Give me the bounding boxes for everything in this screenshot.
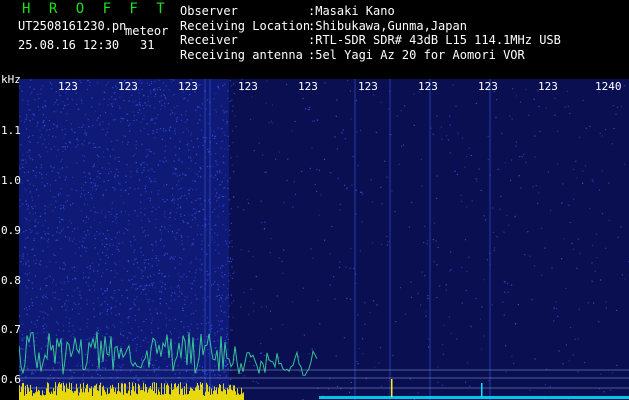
y-tick-label: 0.6 — [1, 373, 21, 386]
x-tick-label: 123 — [358, 80, 378, 93]
x-tick-label: 1240 — [595, 80, 622, 93]
info-value: :Masaki Kano — [308, 4, 395, 18]
y-tick-label: 1.1 — [1, 124, 21, 137]
y-tick-label: 0.8 — [1, 274, 21, 287]
info-row-observer: Observer :Masaki Kano — [180, 4, 561, 19]
info-label: Receiving antenna — [180, 47, 303, 62]
count-label: 31 — [140, 38, 155, 52]
station-info: Observer :Masaki Kano Receiving Location… — [180, 4, 561, 62]
info-label: Receiver — [180, 33, 238, 47]
y-tick-label: 0.9 — [1, 224, 21, 237]
y-tick-label: 0.7 — [1, 323, 21, 336]
filename-label: UT2508161230.pn — [18, 19, 127, 33]
info-value: :Shibukawa,Gunma,Japan — [308, 18, 467, 33]
info-row-receiver: Receiver :RTL-SDR SDR# 43dB L15 114.1MHz… — [180, 33, 561, 48]
info-row-location: Receiving Location :Shibukawa,Gunma,Japa… — [180, 19, 561, 34]
datetime-label: 25.08.16 12:30 — [18, 38, 120, 52]
info-label: Receiving Location — [180, 18, 311, 33]
x-tick-label: 123 — [58, 80, 78, 93]
info-value: :RTL-SDR SDR# 43dB L15 114.1MHz USB — [308, 33, 561, 47]
x-tick-label: 123 — [418, 80, 438, 93]
y-tick-label: 1.0 — [1, 174, 21, 187]
brand-title: H R O F F T — [22, 1, 170, 17]
header-panel: H R O F F T UT2508161230.pn meteor 25.08… — [0, 0, 629, 78]
x-tick-label: 123 — [238, 80, 258, 93]
spectrogram-plot — [19, 79, 629, 400]
y-axis-unit: kHz — [1, 73, 21, 86]
info-value: :5el Yagi Az 20 for Aomori VOR — [308, 47, 525, 62]
x-tick-label: 123 — [478, 80, 498, 93]
info-row-antenna: Receiving antenna :5el Yagi Az 20 for Ao… — [180, 48, 561, 63]
spectrogram-canvas — [19, 79, 629, 400]
x-tick-label: 123 — [538, 80, 558, 93]
x-tick-label: 123 — [178, 80, 198, 93]
info-label: Observer — [180, 4, 238, 18]
x-tick-label: 123 — [298, 80, 318, 93]
tag-label: meteor — [125, 24, 169, 38]
x-tick-label: 123 — [118, 80, 138, 93]
